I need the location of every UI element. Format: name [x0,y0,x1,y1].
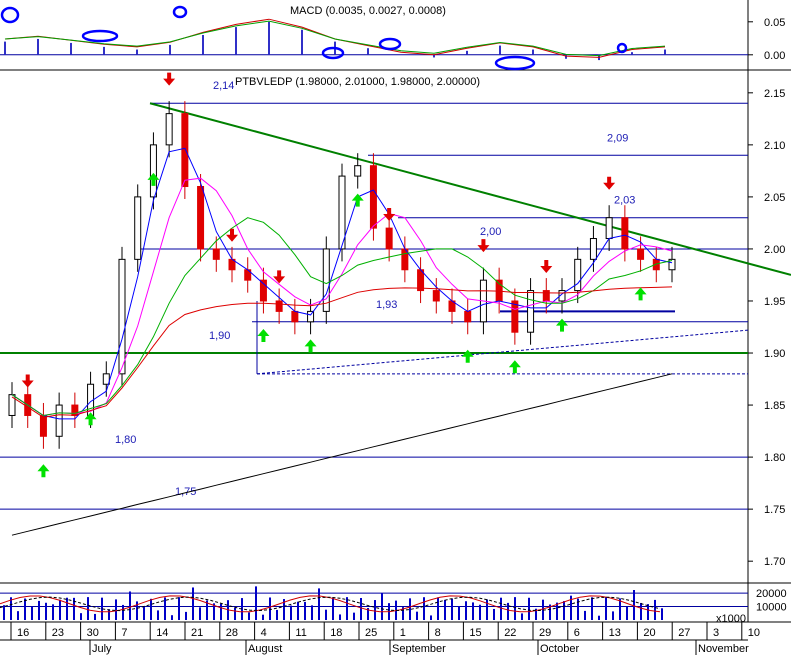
x-day-label: 7 [121,627,127,639]
x-day-label: 22 [504,627,516,639]
x-day-label: 3 [713,627,719,639]
candle-body [197,185,205,250]
macd-y-tick-label: 0.00 [764,50,785,62]
x-month-label: August [248,643,282,655]
macd-y-tick-label: 0.05 [764,17,785,29]
level-label: 1,90 [209,330,230,342]
x-month-label: October [540,643,579,655]
candle-body [291,310,299,323]
candle-body [417,269,425,292]
x-day-label: 6 [574,627,580,639]
x-month-label: November [698,643,749,655]
level-label: 2,14 [213,80,234,92]
candle-body [605,217,613,240]
level-label: 2,00 [480,226,501,238]
candle-body [369,165,377,229]
price-y-tick-label: 1.90 [764,348,785,360]
x-day-label: 28 [226,627,238,639]
candle-body [621,217,629,250]
price-y-tick-label: 1.70 [764,556,785,568]
candle-body [118,258,126,375]
x-day-label: 15 [469,627,481,639]
candle-body [354,165,362,177]
x-day-label: 29 [539,627,551,639]
price-y-tick-label: 2.10 [764,140,785,152]
candle-body [275,300,283,312]
x-day-label: 11 [295,627,306,639]
x-day-label: 25 [365,627,377,639]
candle-body [589,238,597,260]
x-day-label: 23 [52,627,64,639]
x-month-label: July [92,643,112,655]
level-label: 1,93 [376,299,397,311]
x-day-label: 30 [87,627,99,639]
x-day-label: 13 [609,627,621,639]
price-y-tick-label: 1.85 [764,400,785,412]
level-label: 1,80 [115,434,136,446]
candle-body [134,196,142,260]
candle-body [181,113,189,187]
price-y-tick-label: 1.80 [764,452,785,464]
price-y-tick-label: 1.75 [764,504,785,516]
x-day-label: 4 [261,627,267,639]
candle-body [637,248,645,260]
x-day-label: 10 [748,627,760,639]
level-label: 2,09 [607,132,628,144]
x-day-label: 14 [156,627,168,639]
candle-body [71,404,79,416]
x-day-label: 1 [400,627,406,639]
chart-canvas: 0.05 0.00 MACD (0.0035, 0.0027, 0.0008) 2… [0,0,791,655]
candle-body [55,404,63,437]
x-day-label: 27 [678,627,690,639]
candle-body [39,414,47,437]
volume-y-tick-label: 20000 [756,588,787,600]
macd-title: MACD (0.0035, 0.0027, 0.0008) [290,5,446,17]
volume-y-tick-label: 10000 [756,602,787,614]
candle-body [432,290,440,302]
x-day-label: 16 [17,627,29,639]
candle-body [385,227,393,250]
candle-body [574,258,582,292]
price-y-tick-label: 2.05 [764,192,785,204]
x-day-label: 21 [191,627,203,639]
candle-body [165,113,173,146]
candle-body [149,144,157,198]
level-label: 1,75 [175,486,196,498]
candle-body [511,300,519,333]
candle-body [542,290,550,302]
candle-body [212,248,220,260]
x-day-label: 8 [435,627,441,639]
x-day-label: 18 [330,627,342,639]
price-y-tick-label: 2.15 [764,88,785,100]
x-day-label: 20 [643,627,655,639]
price-title: PTBVLEDP (1.98000, 2.01000, 1.98000, 2.0… [235,76,480,88]
price-y-tick-label: 1.95 [764,296,785,308]
x-month-label: September [392,643,446,655]
candle-body [464,310,472,323]
level-label: 2,03 [614,195,635,207]
price-y-tick-label: 2.00 [764,244,785,256]
candle-body [527,290,535,333]
